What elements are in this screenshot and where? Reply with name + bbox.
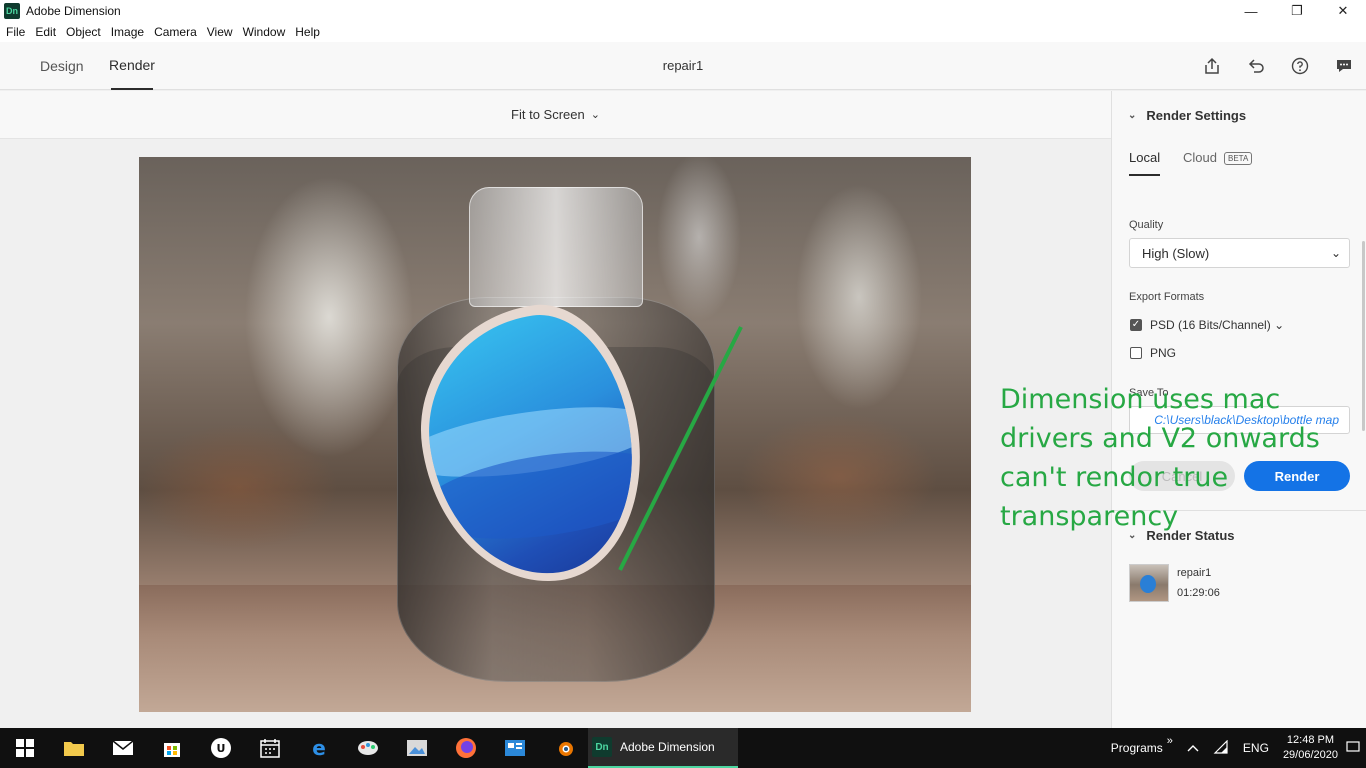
chevron-down-icon: ⌄: [1330, 246, 1341, 260]
notification-icon[interactable]: [1346, 740, 1360, 757]
png-format-label: PNG: [1150, 346, 1177, 360]
menu-file[interactable]: File: [6, 25, 25, 39]
close-button[interactable]: ✕: [1320, 0, 1366, 22]
render-item-name: repair1: [1177, 567, 1212, 579]
dimension-logo-icon: Dn: [4, 3, 20, 19]
minimize-button[interactable]: —: [1228, 0, 1274, 22]
double-chevron-icon[interactable]: »: [1167, 735, 1173, 747]
chevron-down-icon: ⌄: [590, 109, 600, 121]
window-title: Adobe Dimension: [26, 4, 121, 18]
unreal-engine-icon[interactable]: U: [196, 728, 245, 768]
calendar-icon[interactable]: [245, 728, 294, 768]
menu-camera[interactable]: Camera: [154, 25, 197, 39]
render-settings-header[interactable]: ⌄ Render Settings: [1128, 108, 1246, 123]
annotation-text: Dimension uses mac drivers and V2 onward…: [1000, 384, 1320, 532]
edge-icon[interactable]: e: [294, 728, 343, 768]
window-controls: — ❐ ✕: [1228, 0, 1366, 22]
share-icon[interactable]: [1202, 56, 1222, 76]
mail-icon[interactable]: [98, 728, 147, 768]
menu-view[interactable]: View: [207, 25, 233, 39]
maximize-button[interactable]: ❐: [1274, 0, 1320, 22]
language-indicator[interactable]: ENG: [1243, 741, 1269, 755]
taskbar-app-label: Adobe Dimension: [620, 740, 715, 754]
menu-image[interactable]: Image: [111, 25, 144, 39]
tab-cloud[interactable]: Cloud: [1183, 150, 1217, 176]
export-formats-label: Export Formats: [1129, 291, 1205, 303]
render-canvas-area: Fit to Screen ⌄: [0, 91, 1111, 728]
chevron-up-icon[interactable]: [1187, 741, 1199, 755]
beta-badge: BETA: [1224, 152, 1253, 165]
title-bar: Dn Adobe Dimension — ❐ ✕: [0, 0, 1366, 22]
psd-format-label: PSD (16 Bits/Channel) ⌄: [1150, 318, 1285, 332]
windows-taskbar: U e Dn Adobe Dimension Programs » ENG 12…: [0, 728, 1366, 768]
file-explorer-icon[interactable]: [49, 728, 98, 768]
quality-value: High (Slow): [1142, 245, 1210, 261]
menu-help[interactable]: Help: [295, 25, 320, 39]
png-checkbox[interactable]: [1130, 347, 1142, 359]
app-header: Design Render repair1: [0, 42, 1366, 90]
fit-to-screen-dropdown[interactable]: Fit to Screen ⌄: [0, 91, 1111, 139]
clock-time: 12:48 PM: [1286, 734, 1335, 746]
system-clock[interactable]: 12:48 PM 29/06/2020: [1283, 733, 1338, 763]
start-button[interactable]: [0, 728, 49, 768]
glass-jar-neck: [469, 187, 643, 307]
menu-object[interactable]: Object: [66, 25, 101, 39]
quality-select[interactable]: High (Slow) ⌄: [1129, 238, 1350, 268]
feedback-icon[interactable]: [1334, 56, 1354, 76]
wifi-icon[interactable]: [1213, 739, 1229, 757]
programs-toolbar[interactable]: Programs: [1111, 741, 1163, 755]
firefox-icon[interactable]: [441, 728, 490, 768]
quality-label: Quality: [1129, 219, 1164, 231]
document-title: repair1: [662, 58, 704, 73]
svg-text:U: U: [216, 742, 225, 755]
render-preview-image: [139, 157, 971, 712]
fit-to-screen-label: Fit to Screen: [511, 107, 585, 122]
tab-local[interactable]: Local: [1129, 150, 1161, 176]
control-panel-icon[interactable]: [490, 728, 539, 768]
paint-icon[interactable]: [343, 728, 392, 768]
undo-icon[interactable]: [1246, 56, 1266, 76]
chevron-down-icon: ⌄: [1128, 110, 1137, 121]
taskbar-adobe-dimension[interactable]: Dn Adobe Dimension: [588, 728, 738, 768]
header-actions: [1202, 56, 1354, 76]
chevron-down-icon[interactable]: ⌄: [1274, 318, 1284, 332]
render-settings-title: Render Settings: [1146, 108, 1247, 123]
store-icon[interactable]: [147, 728, 196, 768]
blender-icon[interactable]: [539, 728, 588, 768]
panel-scrollbar[interactable]: [1362, 241, 1365, 431]
menu-edit[interactable]: Edit: [35, 25, 56, 39]
psd-checkbox[interactable]: ✓: [1130, 319, 1142, 331]
render-thumbnail[interactable]: [1129, 564, 1169, 602]
photos-icon[interactable]: [392, 728, 441, 768]
dimension-logo-icon: Dn: [592, 737, 612, 757]
render-item-time: 01:29:06: [1177, 587, 1220, 599]
menu-bar: File Edit Object Image Camera View Windo…: [0, 22, 1366, 42]
system-tray: Programs » ENG 12:48 PM 29/06/2020: [1111, 728, 1366, 768]
help-icon[interactable]: [1290, 56, 1310, 76]
thumbnail-label: [1140, 575, 1156, 593]
menu-window[interactable]: Window: [243, 25, 286, 39]
clock-date: 29/06/2020: [1282, 749, 1338, 761]
svg-text:e: e: [312, 737, 326, 759]
